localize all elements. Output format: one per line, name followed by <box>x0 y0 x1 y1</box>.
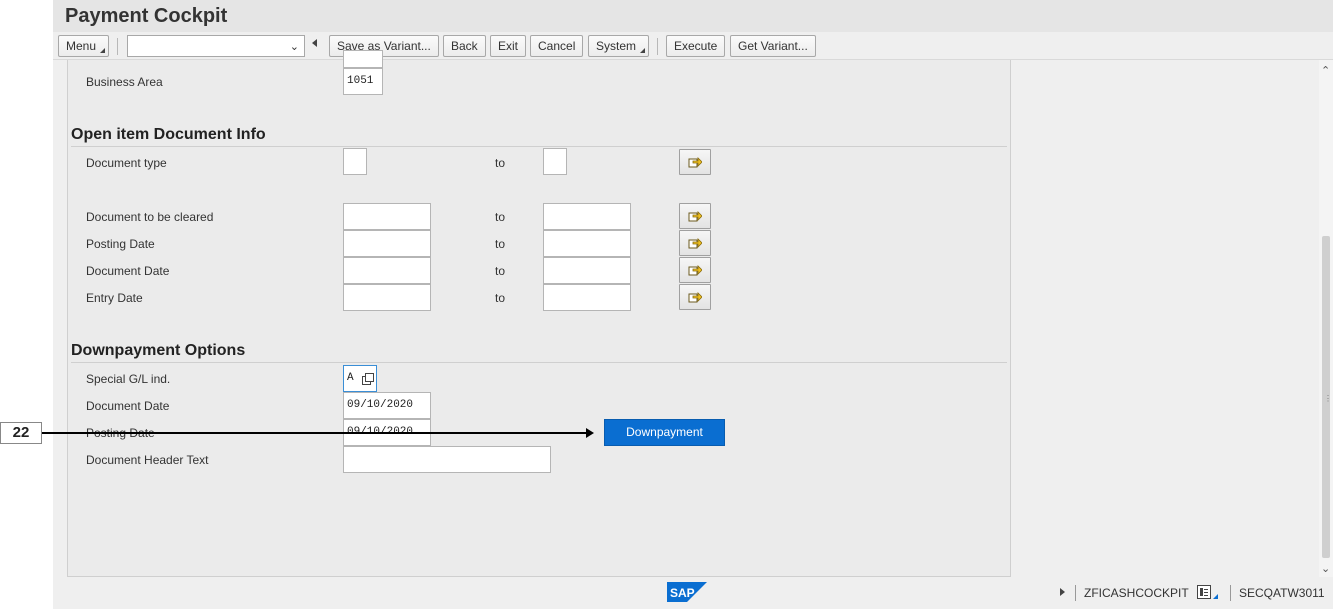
business-area-label: Business Area <box>86 75 163 89</box>
menu-button-label: Menu <box>66 39 97 53</box>
business-area-input[interactable]: 1051 <box>343 68 383 95</box>
section-divider <box>71 362 1007 363</box>
document-cleared-label: Document to be cleared <box>86 210 214 224</box>
multiple-selection-icon <box>688 292 702 303</box>
special-gl-input[interactable]: A <box>343 365 377 392</box>
downpayment-button[interactable]: Downpayment <box>604 419 725 446</box>
transaction-code: ZFICASHCOCKPIT <box>1084 586 1189 600</box>
to-label: to <box>495 237 506 251</box>
exit-button[interactable]: Exit <box>490 35 527 57</box>
status-bar: SAP ZFICASHCOCKPIT SECQATW3011 <box>53 577 1333 609</box>
multiple-selection-button[interactable] <box>679 203 711 229</box>
document-cleared-from-input[interactable] <box>343 203 431 230</box>
entry-date-to-input[interactable] <box>543 284 631 311</box>
sap-window: Payment Cockpit Menu ⌄ Save as Variant..… <box>53 0 1333 609</box>
chevron-down-icon: ⌄ <box>289 41 299 53</box>
server-name: SECQATW3011 <box>1239 586 1325 600</box>
to-label: to <box>495 210 506 224</box>
step-callout: 22 <box>0 422 42 444</box>
toolbar-separator <box>657 38 658 55</box>
multiple-selection-button[interactable] <box>679 284 711 310</box>
grip-icon: ⋮ <box>1324 394 1332 403</box>
chevron-down-icon[interactable]: ⌄ <box>1321 562 1330 575</box>
to-label: to <box>495 156 506 170</box>
back-button[interactable]: Back <box>443 35 486 57</box>
status-separator <box>1075 585 1076 601</box>
get-variant-button[interactable]: Get Variant... <box>730 35 816 57</box>
menu-button[interactable]: Menu <box>58 35 110 57</box>
title-bar: Payment Cockpit <box>53 0 1333 32</box>
vertical-scrollbar[interactable]: ⌃ ⋮ ⌄ <box>1319 60 1333 577</box>
document-date-label: Document Date <box>86 264 170 278</box>
value-help-icon[interactable] <box>362 373 374 385</box>
posting-date-from-input[interactable] <box>343 230 431 257</box>
document-header-text-label: Document Header Text <box>86 453 209 467</box>
multiple-selection-button[interactable] <box>679 230 711 256</box>
to-label: to <box>495 291 506 305</box>
downpayment-section-title: Downpayment Options <box>71 342 246 359</box>
selection-screen: Business Area 1051 Open item Document In… <box>67 50 1011 577</box>
callout-arrow-line <box>42 432 588 434</box>
document-header-text-input[interactable] <box>343 446 551 473</box>
section-divider <box>71 146 1007 147</box>
variant-select[interactable]: ⌄ <box>127 35 305 57</box>
multiple-selection-icon <box>688 238 702 249</box>
special-gl-value: A <box>347 372 354 384</box>
entry-date-from-input[interactable] <box>343 284 431 311</box>
toolbar-separator <box>117 38 118 55</box>
multiple-selection-button[interactable] <box>679 149 711 175</box>
special-gl-label: Special G/L ind. <box>86 372 171 386</box>
entry-date-label: Entry Date <box>86 291 143 305</box>
toolbar: Menu ⌄ Save as Variant... Back Exit Canc… <box>53 32 1333 60</box>
chevron-up-icon[interactable]: ⌃ <box>1321 64 1330 77</box>
system-button-label: System <box>596 39 637 53</box>
document-date-from-input[interactable] <box>343 257 431 284</box>
to-label: to <box>495 264 506 278</box>
document-cleared-to-input[interactable] <box>543 203 631 230</box>
menu-corner-icon[interactable] <box>1213 594 1218 599</box>
open-item-section-title: Open item Document Info <box>71 126 266 143</box>
cancel-button[interactable]: Cancel <box>530 35 584 57</box>
arrow-head-icon <box>586 428 594 438</box>
posting-date-label: Posting Date <box>86 237 155 251</box>
multiple-selection-icon <box>688 211 702 222</box>
multiple-selection-icon <box>688 265 702 276</box>
multiple-selection-icon <box>688 157 702 168</box>
status-separator <box>1230 585 1231 601</box>
list-icon <box>1200 588 1208 596</box>
right-pane <box>1011 60 1319 577</box>
downpayment-document-date-label: Document Date <box>86 399 170 413</box>
expand-status-icon[interactable] <box>1060 588 1065 596</box>
document-date-to-input[interactable] <box>543 257 631 284</box>
scrolled-field[interactable] <box>343 50 383 68</box>
multiple-selection-button[interactable] <box>679 257 711 283</box>
menu-corner-icon <box>100 48 106 53</box>
document-type-from-input[interactable] <box>343 148 367 175</box>
sap-logo: SAP <box>667 582 707 602</box>
document-type-to-input[interactable] <box>543 148 567 175</box>
scroll-left-icon[interactable] <box>312 39 317 47</box>
transaction-info-icon[interactable] <box>1197 585 1211 599</box>
execute-button[interactable]: Execute <box>666 35 726 57</box>
downpayment-document-date-input[interactable]: 09/10/2020 <box>343 392 431 419</box>
system-button[interactable]: System <box>588 35 650 57</box>
sap-logo-text: SAP <box>670 586 695 600</box>
document-type-label: Document type <box>86 156 167 170</box>
page-title: Payment Cockpit <box>65 5 228 27</box>
posting-date-to-input[interactable] <box>543 230 631 257</box>
menu-corner-icon <box>640 48 646 53</box>
